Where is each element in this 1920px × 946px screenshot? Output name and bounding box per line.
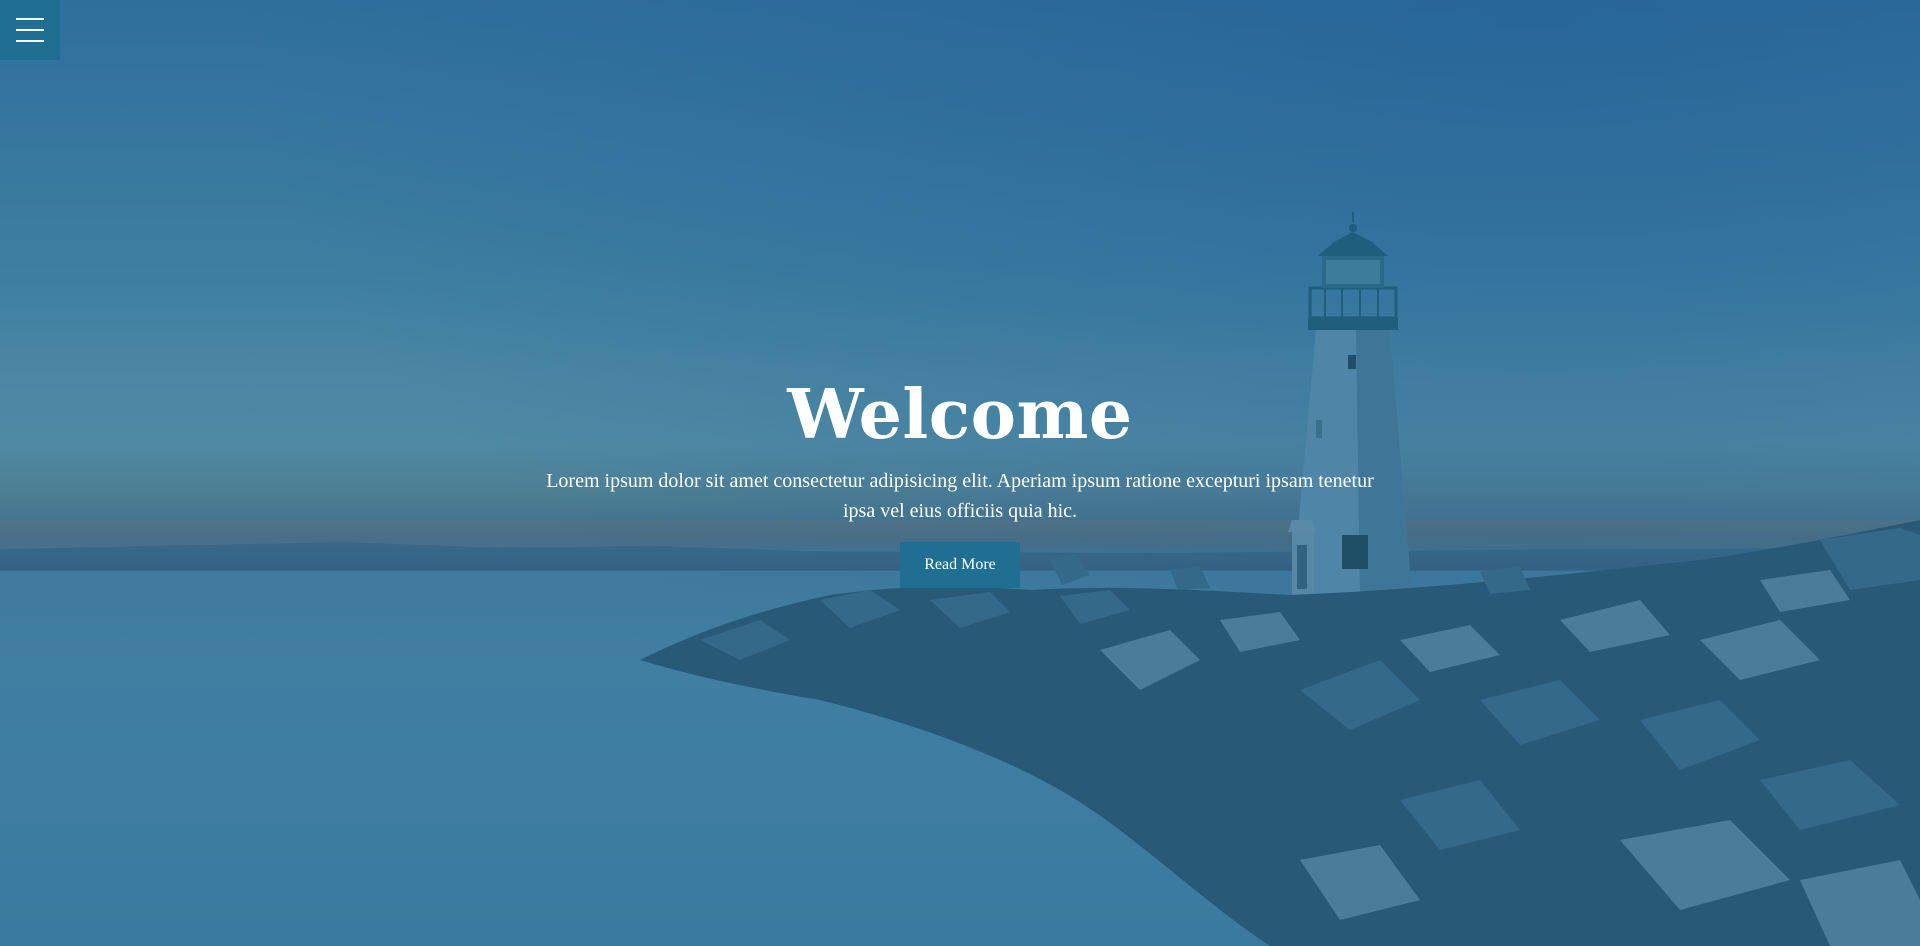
hero-subtitle: Lorem ipsum dolor sit amet consectetur a… xyxy=(546,470,1374,522)
hamburger-menu-icon xyxy=(16,18,44,20)
menu-toggle-button[interactable] xyxy=(0,0,60,60)
hero-content: Welcome Lorem ipsum dolor sit amet conse… xyxy=(0,370,1920,588)
hero-section: Welcome Lorem ipsum dolor sit amet conse… xyxy=(0,0,1920,946)
hamburger-menu-icon-line xyxy=(16,29,44,31)
read-more-button[interactable]: Read More xyxy=(900,542,1020,588)
hamburger-menu-icon-line xyxy=(16,40,44,42)
hero-title: Welcome xyxy=(787,375,1133,455)
